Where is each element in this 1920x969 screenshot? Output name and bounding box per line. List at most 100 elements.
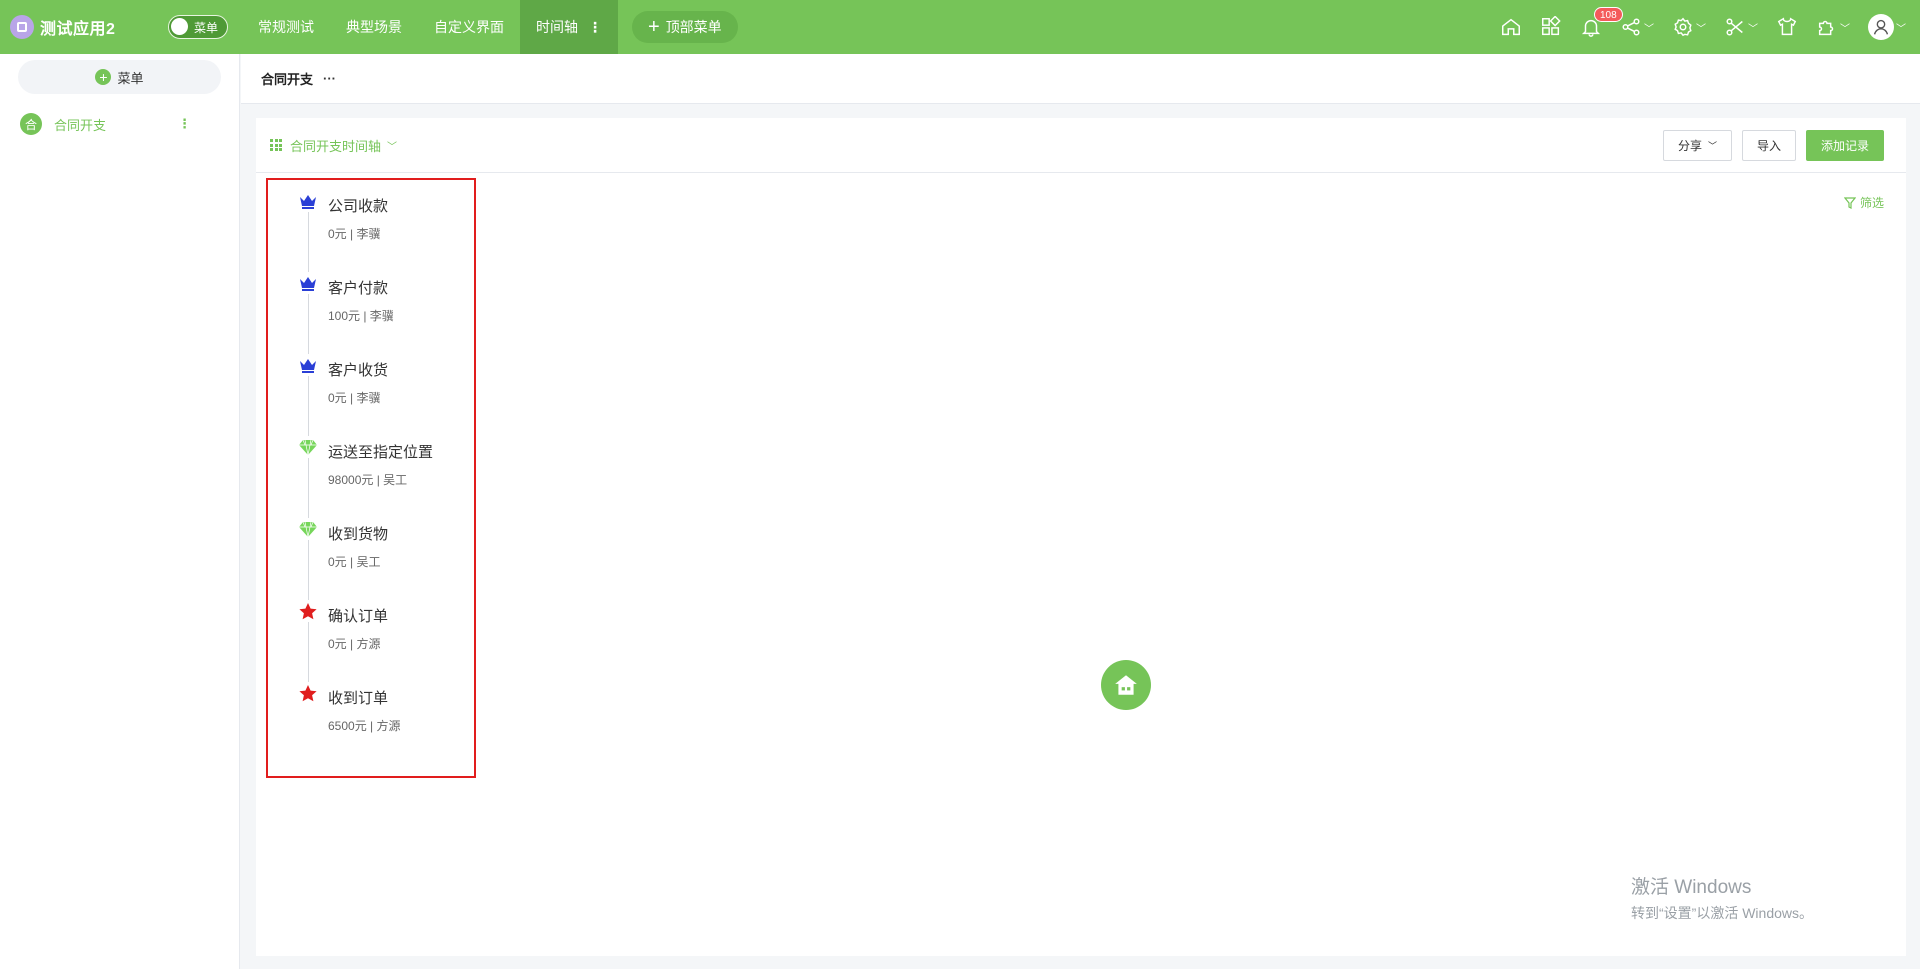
more-vertical-icon[interactable]: ⋮ [588, 19, 602, 36]
page-title: 合同开支 [261, 72, 314, 87]
toggle-knob [171, 18, 188, 35]
chevron-down-icon: ﹀ [1840, 23, 1850, 35]
nav-item-label: 时间轴 [536, 19, 578, 35]
view-name-label: 合同开支时间轴 [290, 138, 382, 154]
timeline-item-title: 运送至指定位置 [328, 444, 434, 461]
timeline-connector [308, 294, 309, 354]
notification-badge: 108 [1594, 7, 1623, 22]
timeline-item-subtitle: 0元 | 李骥 [328, 227, 381, 241]
crown-icon [298, 356, 318, 374]
plus-circle-icon: + [95, 69, 112, 85]
home-icon[interactable] [1500, 16, 1522, 38]
diamond-icon [298, 520, 318, 538]
nav-item-custom-ui[interactable]: 自定义界面 [418, 0, 520, 54]
view-selector[interactable]: 合同开支时间轴 ﹀ [270, 136, 397, 155]
settings-menu[interactable]: ﹀ [1672, 16, 1706, 38]
timeline-item[interactable]: 客户收货 0元 | 李骥 [286, 354, 466, 436]
timeline-item[interactable]: 收到货物 0元 | 吴工 [286, 518, 466, 600]
plus-icon: + [648, 16, 660, 38]
add-record-button[interactable]: 添加记录 [1805, 130, 1884, 161]
timeline-item[interactable]: 运送至指定位置 98000元 | 吴工 [286, 436, 466, 518]
timeline-item-subtitle: 0元 | 李骥 [328, 391, 381, 405]
timeline-item-subtitle: 6500元 | 方源 [328, 719, 401, 733]
nav-item-regular-test[interactable]: 常规测试 [242, 0, 330, 54]
timeline-item[interactable]: 确认订单 0元 | 方源 [286, 600, 466, 682]
nav-item-label: 常规测试 [258, 19, 314, 35]
timeline-item-subtitle: 98000元 | 吴工 [328, 473, 408, 487]
app-icon [10, 15, 34, 39]
apps-icon[interactable] [1540, 16, 1562, 38]
sidebar: + 菜单 合 合同开支 ⋮ [0, 54, 240, 969]
share-label: 分享 [1677, 139, 1702, 153]
sidebar-item-contract-expense[interactable]: 合 合同开支 ⋮ [0, 108, 239, 140]
home-float-button[interactable] [1101, 660, 1151, 710]
add-menu-button[interactable]: + 菜单 [18, 60, 221, 94]
timeline-connector [308, 622, 309, 682]
timeline: 公司收款 0元 | 李骥 客户付款 100元 | 李骥 客户收货 0元 | 李骥 运送至指定… [286, 190, 466, 764]
chevron-down-icon: ﹀ [1644, 23, 1654, 35]
notification-bell[interactable]: 108 [1580, 7, 1623, 38]
timeline-item-title: 收到货物 [328, 526, 389, 543]
app-logo[interactable]: 测试应用2 [10, 15, 168, 39]
grid-icon [270, 139, 282, 151]
tools-icon [1726, 18, 1743, 36]
puzzle-icon [1818, 20, 1834, 36]
import-label: 导入 [1756, 139, 1781, 153]
user-menu[interactable]: ﹀ [1868, 14, 1906, 40]
tools-menu[interactable]: ﹀ [1724, 16, 1758, 38]
timeline-item-title: 收到订单 [328, 690, 389, 707]
star-icon [298, 602, 318, 620]
nav-item-label: 典型场景 [346, 19, 402, 35]
more-vertical-icon[interactable]: ⋮ [178, 116, 191, 132]
filter-label: 筛选 [1859, 196, 1884, 210]
nav-item-timeline[interactable]: 时间轴 ⋮ [520, 0, 618, 54]
timeline-item[interactable]: 收到订单 6500元 | 方源 [286, 682, 466, 764]
timeline-connector [308, 376, 309, 436]
windows-activation-watermark: 激活 Windows 转到“设置”以激活 Windows。 [1631, 872, 1813, 923]
watermark-line2: 转到“设置”以激活 Windows。 [1631, 905, 1814, 921]
timeline-connector [308, 212, 309, 272]
crown-icon [298, 274, 318, 292]
star-icon [298, 684, 318, 702]
timeline-item-subtitle: 0元 | 吴工 [328, 555, 381, 569]
view-toolbar: 合同开支时间轴 ﹀ 分享 ﹀ 导入 添加记录 [256, 118, 1906, 173]
timeline-item-title: 公司收款 [328, 198, 389, 215]
content-panel: 合同开支时间轴 ﹀ 分享 ﹀ 导入 添加记录 筛选 [256, 118, 1906, 956]
chevron-down-icon: ﹀ [1748, 23, 1758, 35]
nav-item-label: 自定义界面 [434, 19, 504, 35]
filter-button[interactable]: 筛选 [1843, 194, 1884, 211]
filter-icon [1843, 196, 1856, 209]
top-icon-bar: 108 ﹀ ﹀ ﹀ ﹀ ﹀ [1482, 0, 1906, 54]
add-top-menu-label: 顶部菜单 [665, 19, 722, 35]
avatar [1868, 14, 1894, 40]
sidebar-item-icon: 合 [20, 113, 42, 135]
add-top-menu-button[interactable]: + 顶部菜单 [632, 11, 738, 43]
more-horizontal-icon[interactable]: ··· [323, 71, 336, 86]
share-menu[interactable]: ﹀ [1620, 16, 1654, 38]
house-icon [1115, 675, 1137, 695]
timeline-item-title: 确认订单 [328, 608, 389, 625]
timeline-connector [308, 458, 309, 518]
share-icon [1622, 18, 1640, 36]
theme-icon[interactable] [1776, 16, 1798, 38]
plugin-menu[interactable]: ﹀ [1816, 16, 1850, 38]
diamond-icon [298, 438, 318, 456]
crown-icon [298, 192, 318, 210]
top-bar: 测试应用2 菜单 常规测试 典型场景 自定义界面 时间轴 ⋮ + 顶部菜单 10… [0, 0, 1920, 54]
import-button[interactable]: 导入 [1741, 130, 1796, 161]
menu-toggle[interactable]: 菜单 [168, 15, 228, 39]
app-title: 测试应用2 [40, 21, 116, 38]
timeline-item[interactable]: 客户付款 100元 | 李骥 [286, 272, 466, 354]
watermark-line1: 激活 Windows [1631, 877, 1752, 898]
timeline-item[interactable]: 公司收款 0元 | 李骥 [286, 190, 466, 272]
nav-item-typical-scenes[interactable]: 典型场景 [330, 0, 418, 54]
timeline-item-subtitle: 0元 | 方源 [328, 637, 381, 651]
view-actions: 分享 ﹀ 导入 添加记录 [1653, 130, 1884, 161]
sidebar-item-label: 合同开支 [54, 117, 107, 133]
timeline-item-title: 客户收货 [328, 362, 389, 379]
chevron-down-icon: ﹀ [1896, 23, 1906, 35]
timeline-item-subtitle: 100元 | 李骥 [328, 309, 394, 323]
share-button[interactable]: 分享 ﹀ [1662, 130, 1732, 161]
timeline-item-title: 客户付款 [328, 280, 389, 297]
menu-toggle-label: 菜单 [193, 20, 218, 35]
